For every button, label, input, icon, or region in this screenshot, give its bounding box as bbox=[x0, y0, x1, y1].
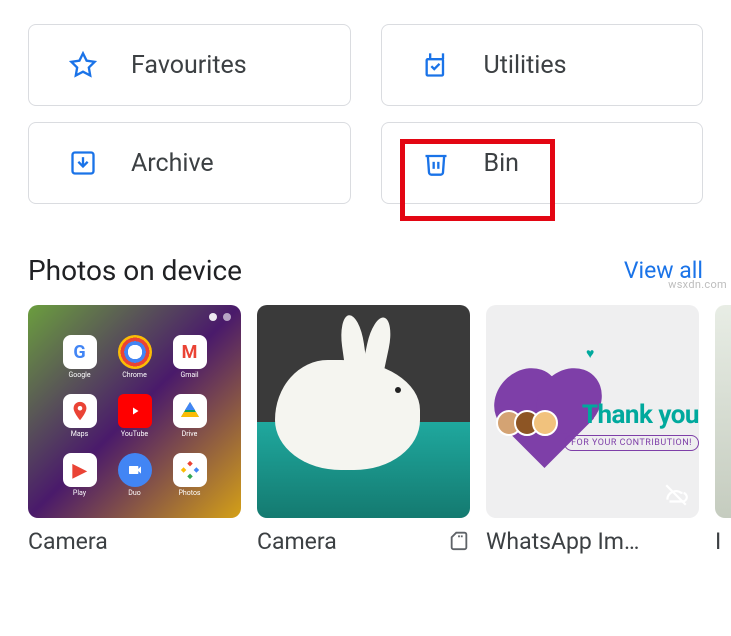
sd-card-icon bbox=[448, 529, 470, 555]
album-thumbnail: GGoogle Chrome MGmail Maps YouTube Drive… bbox=[28, 305, 241, 518]
album-name: I bbox=[715, 528, 731, 555]
utilities-label: Utilities bbox=[484, 51, 567, 80]
trash-icon bbox=[422, 149, 450, 177]
albums-row: GGoogle Chrome MGmail Maps YouTube Drive… bbox=[0, 305, 731, 555]
bin-card[interactable]: Bin bbox=[381, 122, 704, 204]
favourites-card[interactable]: Favourites bbox=[28, 24, 351, 106]
utilities-card[interactable]: Utilities bbox=[381, 24, 704, 106]
archive-card[interactable]: Archive bbox=[28, 122, 351, 204]
cloud-off-icon bbox=[663, 482, 689, 508]
archive-label: Archive bbox=[131, 149, 214, 178]
bin-label: Bin bbox=[484, 149, 519, 178]
album-name: Camera bbox=[28, 528, 241, 555]
album-thumbnail: ♥ Thank you FOR YOUR CONTRIBUTION! bbox=[486, 305, 699, 518]
album-item[interactable]: K I bbox=[715, 305, 731, 555]
album-thumbnail bbox=[257, 305, 470, 518]
thanks-subtext: FOR YOUR CONTRIBUTION! bbox=[564, 435, 699, 451]
album-item[interactable]: GGoogle Chrome MGmail Maps YouTube Drive… bbox=[28, 305, 241, 555]
section-title: Photos on device bbox=[28, 254, 242, 287]
album-name: Camera bbox=[257, 528, 440, 555]
favourites-label: Favourites bbox=[131, 51, 247, 80]
watermark: wsxdn.com bbox=[668, 278, 727, 291]
star-icon bbox=[69, 51, 97, 79]
utilities-icon bbox=[422, 51, 450, 79]
thanks-text: Thank you bbox=[582, 400, 699, 430]
album-item[interactable]: Camera bbox=[257, 305, 470, 555]
album-item[interactable]: ♥ Thank you FOR YOUR CONTRIBUTION! Whats… bbox=[486, 305, 699, 555]
archive-icon bbox=[69, 149, 97, 177]
album-thumbnail: K bbox=[715, 305, 731, 518]
album-name: WhatsApp Im… bbox=[486, 528, 699, 555]
